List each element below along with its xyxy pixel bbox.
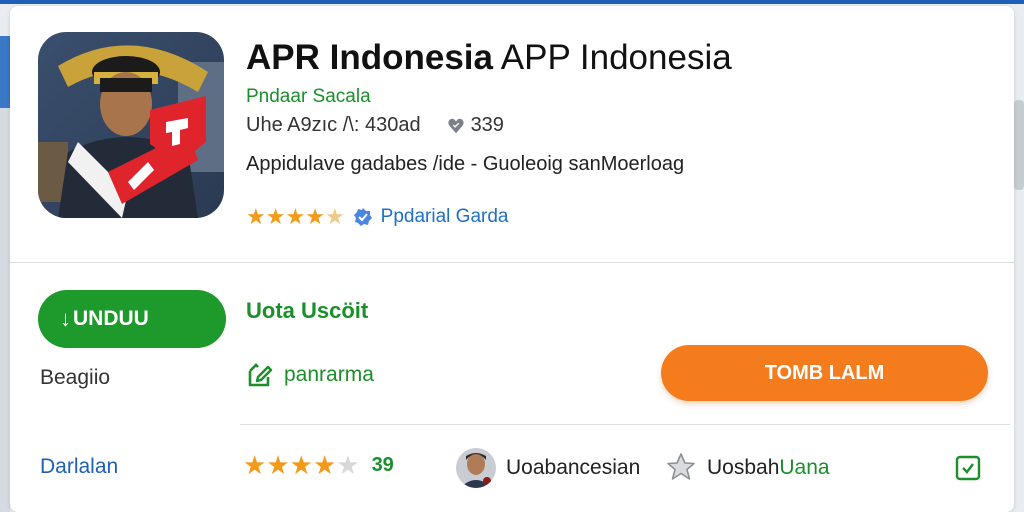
likes-count: 339 (470, 114, 504, 136)
app-title-bold: APR Indonesia (246, 38, 493, 77)
favorite-label-dark: Uosbah (707, 456, 780, 479)
favorite-label-green: Uana (779, 456, 830, 479)
section-title: Uota Uscöit (246, 298, 369, 323)
verified-icon (353, 208, 372, 226)
rating-star-icon: ★ (265, 204, 286, 229)
panorama-link[interactable]: panrarma (246, 361, 374, 389)
app-title-normal: APP Indonesia (500, 38, 732, 77)
panorama-link-label: panrarma (284, 363, 374, 386)
developer-name[interactable]: Pndaar Sacala (246, 86, 371, 108)
app-meta: Uhe A9zıc /\: 430ad 339 (246, 114, 504, 137)
app-meta-info: Uhe A9zıc /\: 430ad (246, 114, 421, 136)
background-window-edge-lower (0, 108, 10, 512)
avatar[interactable] (456, 448, 496, 488)
top-accent-bar (0, 0, 1024, 4)
footer-star-icon: ★ (289, 450, 313, 480)
footer-rating: ★ ★ ★ ★ ★ 39 (243, 452, 394, 478)
footer-star-icon: ★ (243, 450, 267, 480)
footer-star-icon: ★ (312, 450, 337, 480)
footer-star-icon: ★ (266, 450, 290, 480)
download-button[interactable]: ↓ UNDUU (38, 290, 226, 348)
favorite-label[interactable]: UosbahUana (707, 456, 830, 480)
rating-star-icon: ★ (285, 204, 306, 229)
secondary-link[interactable]: Beagiio (40, 366, 110, 390)
checkbox-icon[interactable] (954, 454, 982, 482)
app-title: APR Indonesia APP Indonesia (246, 38, 732, 78)
rating-star-icon: ★ (305, 204, 325, 229)
download-arrow-icon: ↓ (60, 306, 71, 331)
footer-divider (240, 424, 1010, 425)
download-button-label: UNDUU (73, 307, 149, 330)
app-icon-image (38, 32, 224, 218)
footer-star-empty-icon: ★ (336, 450, 360, 480)
app-rating: ★ ★ ★ ★ ★ Ppdarial Garda (246, 206, 508, 228)
scrollbar-thumb[interactable] (1014, 100, 1024, 190)
background-window-edge (0, 36, 10, 108)
heart-icon (447, 118, 464, 133)
app-icon[interactable] (38, 32, 224, 218)
app-card: APR Indonesia APP Indonesia Pndaar Sacal… (10, 6, 1014, 512)
primary-action-button[interactable]: TOMB LALM (661, 345, 988, 401)
star-outline-icon[interactable] (666, 452, 696, 482)
section-divider (10, 262, 1014, 263)
footer-rating-count: 39 (371, 453, 394, 476)
edit-icon (248, 363, 273, 387)
footer-link[interactable]: Darlalan (40, 455, 118, 479)
editor-choice-link[interactable]: Ppdarial Garda (381, 206, 509, 228)
rating-star-half-icon: ★ (324, 204, 345, 229)
app-description: Appidulave gadabes /ide - Guoleoig sanMo… (246, 153, 685, 175)
rating-star-icon: ★ (246, 204, 266, 229)
avatar-image (456, 448, 496, 488)
user-name[interactable]: Uoabancesian (506, 456, 640, 480)
